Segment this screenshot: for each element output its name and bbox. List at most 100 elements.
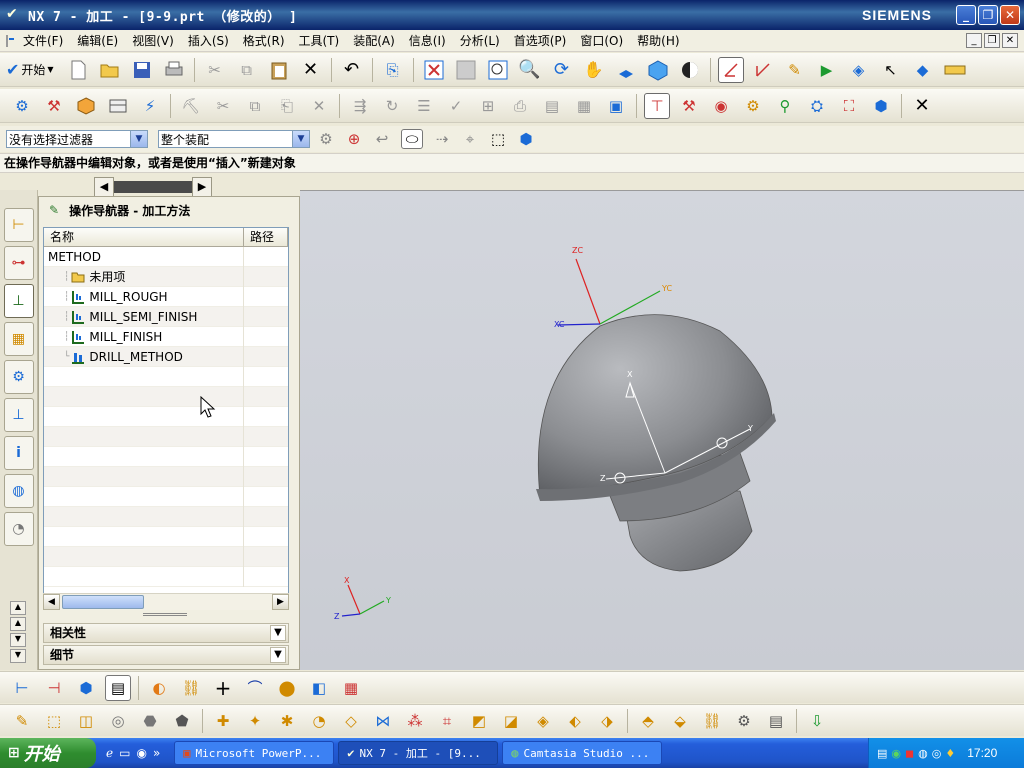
verify-icon[interactable]: ◈ — [846, 57, 872, 83]
chamfer-icon[interactable]: ◇ — [338, 708, 364, 734]
menu-insert[interactable]: 插入(S) — [181, 30, 236, 52]
method-view-icon[interactable]: ⚙ — [740, 93, 766, 119]
open-folder-icon[interactable] — [97, 57, 123, 83]
batch-icon[interactable]: ▦ — [571, 93, 597, 119]
color-icon[interactable]: ◐ — [146, 675, 172, 701]
cut-icon[interactable]: ✂ — [202, 57, 228, 83]
mesh-icon[interactable]: ▦ — [338, 675, 364, 701]
close-toolbar-icon[interactable]: ✕ — [909, 93, 935, 119]
plane-icon[interactable]: ⬢ — [73, 675, 99, 701]
scroll-thumb[interactable] — [62, 595, 144, 609]
show-desktop-icon[interactable]: ▭ — [119, 746, 130, 760]
edit-object-icon[interactable]: ⛏ — [178, 93, 204, 119]
paste-icon[interactable] — [266, 57, 292, 83]
pan-icon[interactable]: ✋ — [581, 57, 607, 83]
deselect-all-icon[interactable]: ⬭ — [401, 129, 423, 149]
menu-information[interactable]: 信息(I) — [402, 30, 453, 52]
menu-view[interactable]: 视图(V) — [125, 30, 181, 52]
block-icon[interactable]: ◧ — [306, 675, 332, 701]
rotate-icon[interactable]: ⟳ — [549, 57, 575, 83]
keyboard-icon[interactable]: ▤ — [877, 747, 887, 760]
generate-path-icon[interactable]: ⇶ — [347, 93, 373, 119]
menu-preferences[interactable]: 首选项(P) — [507, 30, 574, 52]
part-icon[interactable]: ⬢ — [868, 93, 894, 119]
tree-row-mill-finish[interactable]: ┆ MILL_FINISH — [44, 326, 288, 347]
rectangle-select-icon[interactable]: ⬚ — [489, 126, 507, 152]
scroll-up-icon[interactable]: ▲ — [10, 617, 26, 631]
scroll-right-icon[interactable]: ▶ — [272, 594, 289, 610]
extrude-icon[interactable]: ⬚ — [41, 708, 67, 734]
snap-point-icon[interactable]: ⊕ — [345, 126, 363, 152]
graphics-window[interactable]: ZC YC XC X Y Z X Y Z — [300, 190, 1024, 670]
animation-icon[interactable]: ✎ — [782, 57, 808, 83]
taskbar-item-powerpoint[interactable]: ▣ Microsoft PowerP... — [174, 741, 335, 765]
recorder-icon[interactable]: ◎ — [932, 747, 942, 760]
sew-icon[interactable]: ⛓ — [699, 708, 725, 734]
trim-body-icon[interactable]: ◪ — [498, 708, 524, 734]
selection-scope-select[interactable]: 整个装配 ▼ — [158, 130, 310, 148]
mirror-icon[interactable]: ⋈ — [370, 708, 396, 734]
zoom-in-out-icon[interactable]: 🔍 — [517, 57, 543, 83]
cut-object-icon[interactable]: ✂ — [210, 93, 236, 119]
chevron-down-icon[interactable]: ▼ — [270, 647, 286, 663]
verify-path-icon[interactable]: ✓ — [443, 93, 469, 119]
assembly-navigator-tab[interactable]: ⊢ — [3, 208, 34, 242]
offset-face-icon[interactable]: ◈ — [530, 708, 556, 734]
wcs-origin-icon[interactable] — [750, 57, 776, 83]
scroll-down-icon[interactable]: ▼ — [10, 649, 26, 663]
perspective-icon[interactable] — [613, 57, 639, 83]
program-order-view-icon[interactable]: ⊤ — [644, 92, 670, 119]
intersect-icon[interactable]: ✱ — [274, 708, 300, 734]
menu-help[interactable]: 帮助(H) — [630, 30, 686, 52]
tree-row-root[interactable]: METHOD — [44, 246, 288, 267]
close-button[interactable]: ✕ — [1000, 5, 1020, 25]
unite-icon[interactable]: ✚ — [210, 708, 236, 734]
revolve-icon[interactable]: ◫ — [73, 708, 99, 734]
windows-start-button[interactable]: ⊞ 开始 — [0, 738, 96, 768]
vector-icon[interactable]: ⊣ — [41, 675, 67, 701]
tree-row-mill-semi-finish[interactable]: ┆ MILL_SEMI_FINISH — [44, 306, 288, 327]
draft-icon[interactable]: ◩ — [466, 708, 492, 734]
cylinder-icon[interactable]: ⬤ — [274, 675, 300, 701]
zoom-icon[interactable] — [485, 57, 511, 83]
select-icon[interactable]: ↖ — [878, 57, 904, 83]
bulb-icon[interactable]: ♦ — [945, 747, 955, 760]
machine-tool-view-icon[interactable]: ⚒ — [676, 93, 702, 119]
quick-pick-icon[interactable]: ⇢ — [433, 126, 451, 152]
pin-icon[interactable]: ✎ — [49, 203, 59, 217]
crosshair-icon[interactable]: + — [210, 675, 236, 701]
scroll-track[interactable] — [114, 181, 192, 193]
component-select-icon[interactable]: ⬢ — [517, 126, 535, 152]
restore-button[interactable]: ❐ — [978, 5, 998, 25]
point-dialog-icon[interactable]: ⊢ — [9, 675, 35, 701]
create-geometry-icon[interactable] — [73, 93, 99, 119]
doc-minimize-button[interactable]: _ — [966, 33, 982, 48]
simulate-icon[interactable]: ⊞ — [475, 93, 501, 119]
surface-icon[interactable]: ⬘ — [635, 708, 661, 734]
assembly-filter-icon[interactable]: ⚙ — [317, 126, 335, 152]
command-finder-icon[interactable]: ⎘ — [380, 57, 406, 83]
expressions-icon[interactable]: ⇩ — [804, 708, 830, 734]
new-file-icon[interactable] — [65, 57, 91, 83]
taskbar-item-nx[interactable]: ✔ NX 7 - 加工 - [9... — [338, 741, 499, 765]
edit-feature-icon[interactable]: ⚙ — [731, 708, 757, 734]
menu-analysis[interactable]: 分析(L) — [453, 30, 507, 52]
reuse-library-tab[interactable]: ⊥ — [3, 398, 34, 432]
measure-icon[interactable] — [942, 57, 968, 83]
menu-edit[interactable]: 编辑(E) — [70, 30, 125, 52]
through-curves-icon[interactable]: ⬙ — [667, 708, 693, 734]
tool-path-display-icon[interactable]: ⛭ — [804, 93, 830, 119]
menu-file[interactable]: 文件(F) — [16, 30, 70, 52]
boss-icon[interactable]: ⬣ — [137, 708, 163, 734]
delete-icon[interactable]: ✕ — [298, 57, 324, 83]
history-tab[interactable]: ◔ — [3, 512, 34, 546]
details-section[interactable]: 细节 ▼ — [43, 645, 289, 665]
pattern-icon[interactable]: ⁂ — [402, 708, 428, 734]
antivirus-icon[interactable]: ◼ — [905, 747, 914, 760]
camtasia-tray-icon[interactable]: ◍ — [918, 747, 928, 760]
menu-tools[interactable]: 工具(T) — [292, 30, 347, 52]
lasso-icon[interactable]: ⌖ — [461, 126, 479, 152]
report-icon[interactable]: ▣ — [603, 93, 629, 119]
generate-icon[interactable]: ▶ — [814, 57, 840, 83]
edge-blend-icon[interactable]: ◔ — [306, 708, 332, 734]
